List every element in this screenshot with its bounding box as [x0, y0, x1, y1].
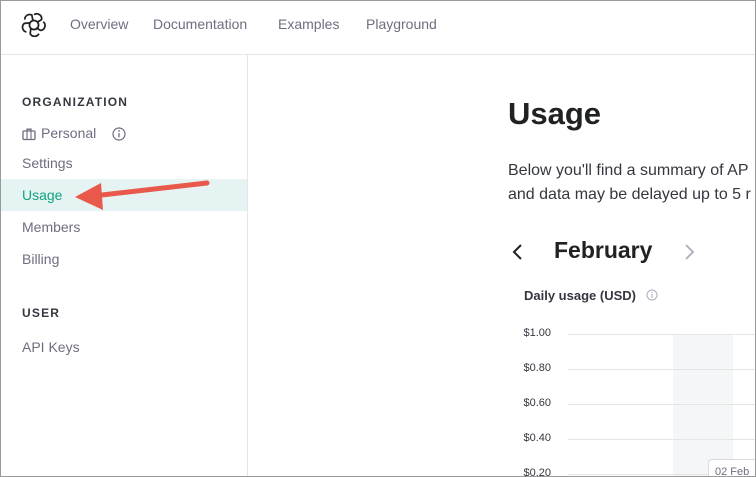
- chart-hover-band: [673, 335, 733, 476]
- y-tick-label: $1.00: [523, 327, 551, 339]
- grid-line: [568, 369, 755, 370]
- grid-line: [568, 439, 755, 440]
- nav-documentation[interactable]: Documentation: [153, 16, 247, 32]
- sidebar-item-api-keys[interactable]: API Keys: [1, 331, 247, 363]
- org-name: Personal: [41, 125, 97, 141]
- sidebar-item-label: Members: [22, 219, 81, 235]
- grid-line: [568, 404, 755, 405]
- sidebar-item-label: Usage: [22, 187, 63, 203]
- annotation-arrow-icon: [75, 180, 210, 210]
- section-title-organization: ORGANIZATION: [22, 95, 129, 109]
- sidebar-item-settings[interactable]: Settings: [1, 147, 247, 179]
- sidebar-item-label: Billing: [22, 251, 60, 267]
- page-description: Below you'll find a summary of AP and da…: [508, 159, 751, 207]
- nav-overview[interactable]: Overview: [70, 16, 128, 32]
- main-content: Usage Below you'll find a summary of AP …: [248, 55, 755, 477]
- info-icon[interactable]: [112, 127, 126, 141]
- y-tick-label: $0.20: [523, 467, 551, 477]
- chart-title: Daily usage (USD): [524, 288, 658, 303]
- openai-logo-icon[interactable]: [21, 12, 47, 38]
- sidebar-item-label: Settings: [22, 155, 73, 171]
- nav-playground[interactable]: Playground: [366, 16, 437, 32]
- description-line-2: and data may be delayed up to 5 r: [508, 186, 751, 203]
- app-window: Overview Documentation Examples Playgrou…: [0, 0, 756, 477]
- top-nav: Overview Documentation Examples Playgrou…: [1, 1, 755, 55]
- section-title-user: USER: [22, 306, 61, 320]
- chevron-right-icon[interactable]: [682, 243, 696, 261]
- chevron-left-icon[interactable]: [511, 243, 525, 261]
- grid-line: [568, 334, 755, 335]
- chart-tooltip: 02 Feb: [708, 459, 755, 476]
- y-tick-label: $0.80: [523, 362, 551, 374]
- briefcase-icon: [22, 128, 36, 141]
- sidebar: ORGANIZATION Personal Settings Usage Mem…: [1, 55, 248, 476]
- nav-examples[interactable]: Examples: [278, 16, 339, 32]
- y-tick-label: $0.40: [523, 432, 551, 444]
- page-title: Usage: [508, 96, 602, 131]
- description-line-1: Below you'll find a summary of AP: [508, 162, 749, 179]
- sidebar-item-label: API Keys: [22, 339, 80, 355]
- chart-title-text: Daily usage (USD): [524, 288, 636, 303]
- month-label: February: [554, 237, 653, 263]
- info-icon[interactable]: [646, 289, 658, 301]
- y-tick-label: $0.60: [523, 397, 551, 409]
- sidebar-item-billing[interactable]: Billing: [1, 243, 247, 275]
